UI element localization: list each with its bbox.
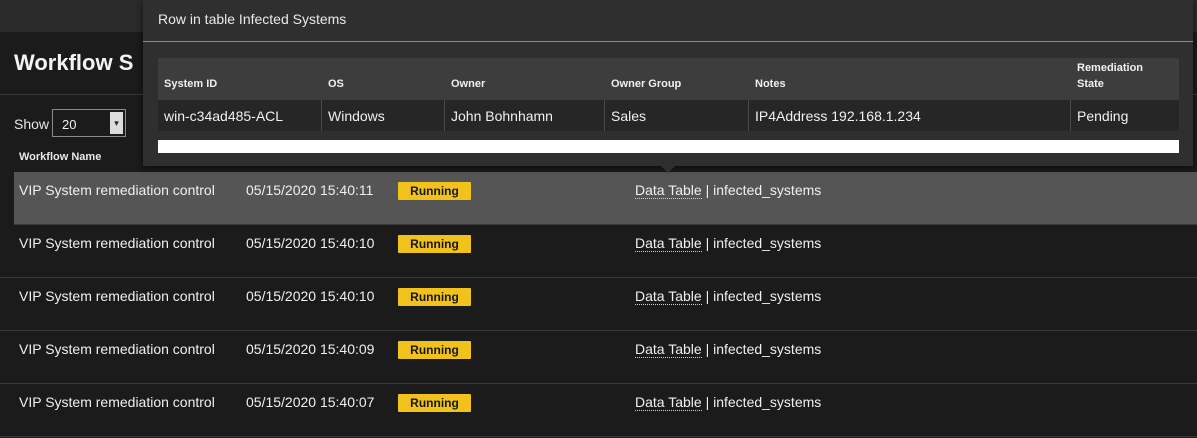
page-size-value: 20 (62, 117, 77, 132)
status-badge: Running (398, 288, 471, 306)
object-target: | infected_systems (701, 394, 822, 410)
object-target: | infected_systems (701, 341, 822, 357)
cell-notes: IP4Address 192.168.1.234 (749, 100, 1071, 131)
cell-os: Windows (322, 100, 445, 131)
workflow-name: VIP System remediation control (19, 288, 215, 304)
popover-table: System ID OS Owner Owner Group Notes Rem… (158, 58, 1179, 131)
workflow-name: VIP System remediation control (19, 394, 215, 410)
object-target: | infected_systems (701, 288, 822, 304)
workflow-name: VIP System remediation control (19, 341, 215, 357)
cell-owner-group: Sales (605, 100, 749, 131)
row-preview-popover: Row in table Infected Systems System ID … (143, 0, 1193, 166)
object-cell: Data Table | infected_systems (635, 182, 822, 199)
popover-scrollbar[interactable] (158, 140, 1179, 153)
data-table-link[interactable]: Data Table (635, 182, 702, 199)
workflow-date: 05/15/2020 15:40:09 (246, 341, 375, 357)
popover-table-row: win-c34ad485-ACL Windows John Bohnhamn S… (158, 100, 1179, 131)
data-table-link[interactable]: Data Table (635, 341, 702, 358)
workflow-date: 05/15/2020 15:40:11 (246, 182, 374, 198)
show-label: Show (14, 116, 50, 132)
table-row[interactable]: VIP System remediation control 05/15/202… (0, 278, 1197, 331)
status-badge: Running (398, 182, 471, 200)
workflow-date: 05/15/2020 15:40:10 (246, 235, 375, 251)
cell-system-id: win-c34ad485-ACL (158, 100, 322, 131)
cell-owner: John Bohnhamn (445, 100, 605, 131)
data-table-link[interactable]: Data Table (635, 394, 702, 411)
workflow-date: 05/15/2020 15:40:10 (246, 288, 375, 304)
status-badge: Running (398, 235, 471, 253)
object-target: | infected_systems (701, 235, 822, 251)
popover-title: Row in table Infected Systems (158, 11, 347, 27)
object-cell: Data Table | infected_systems (635, 394, 822, 411)
table-row[interactable]: VIP System remediation control 05/15/202… (0, 384, 1197, 437)
table-row[interactable]: VIP System remediation control 05/15/202… (0, 331, 1197, 384)
header-os: OS (328, 78, 344, 90)
header-owner: Owner (451, 78, 486, 90)
header-system-id: System ID (164, 78, 218, 90)
page-size-select[interactable]: 20 ▾ (52, 109, 126, 137)
header-owner-group: Owner Group (611, 78, 682, 90)
table-row[interactable]: VIP System remediation control 05/15/202… (0, 225, 1197, 278)
object-cell: Data Table | infected_systems (635, 288, 822, 305)
popover-divider (143, 41, 1193, 42)
header-remediation-state: Remediation State (1077, 62, 1144, 90)
data-table-link[interactable]: Data Table (635, 235, 702, 252)
object-cell: Data Table | infected_systems (635, 341, 822, 358)
popover-table-header: System ID OS Owner Owner Group Notes Rem… (158, 58, 1179, 100)
table-row[interactable]: VIP System remediation control 05/15/202… (14, 172, 1197, 225)
object-target: | infected_systems (701, 182, 822, 198)
status-badge: Running (398, 341, 471, 359)
object-cell: Data Table | infected_systems (635, 235, 822, 252)
workflow-date: 05/15/2020 15:40:07 (246, 394, 375, 410)
chevron-down-icon[interactable]: ▾ (110, 112, 123, 134)
header-notes: Notes (755, 78, 786, 90)
popover-caret (661, 166, 675, 173)
data-table-link[interactable]: Data Table (635, 288, 702, 305)
column-header-workflow-name[interactable]: Workflow Name (19, 151, 101, 163)
cell-remediation-state: Pending (1077, 108, 1129, 124)
workflow-name: VIP System remediation control (19, 182, 215, 198)
page-title: Workflow S (14, 50, 134, 75)
status-badge: Running (398, 394, 471, 412)
workflow-name: VIP System remediation control (19, 235, 215, 251)
